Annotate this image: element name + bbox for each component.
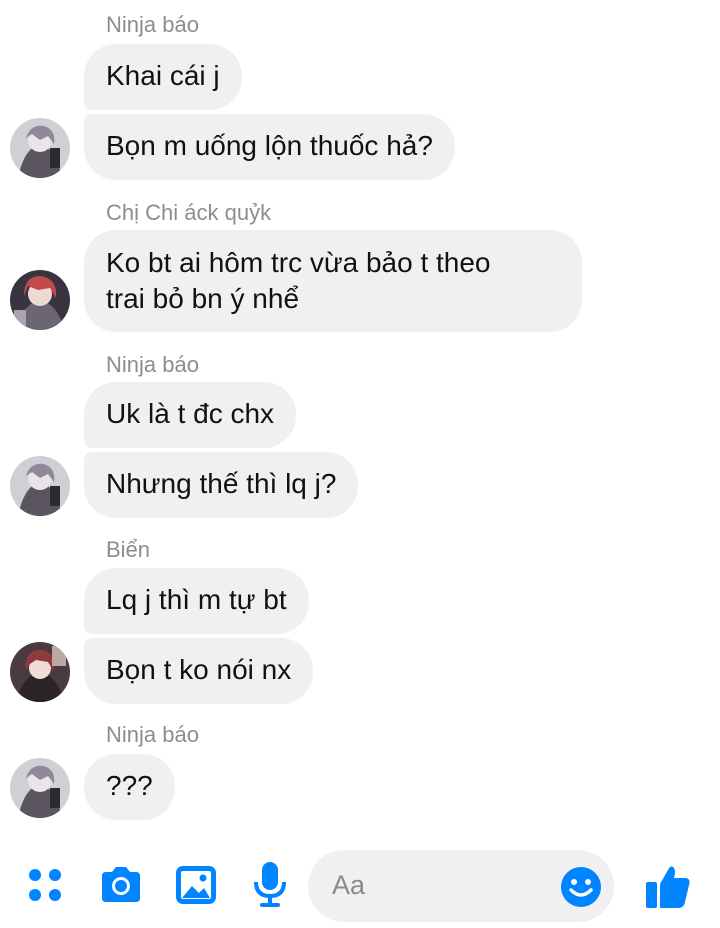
image-icon[interactable] — [174, 864, 218, 906]
message-bubble[interactable]: Ko bt ai hôm trc vừa bảo t theo trai bỏ … — [84, 230, 582, 332]
avatar-chi-chi[interactable] — [10, 270, 70, 330]
message-bubble[interactable]: Uk là t đc chx — [84, 382, 297, 448]
sender-name: Chị Chi áck quỷk — [106, 200, 272, 225]
message-bubble[interactable]: Lq j thì m tự bt — [84, 568, 309, 634]
message-bubble[interactable]: Khai cái j — [84, 44, 242, 110]
avatar-bien[interactable] — [10, 642, 70, 702]
avatar-ninja-bao[interactable] — [10, 118, 70, 178]
emoji-icon[interactable] — [560, 866, 602, 908]
message-bubble[interactable]: ??? — [84, 754, 175, 820]
like-icon[interactable] — [644, 862, 692, 910]
sender-name: Ninja báo — [106, 722, 199, 747]
message-bubble[interactable]: Nhưng thế thì lq j? — [84, 452, 359, 518]
camera-icon[interactable] — [98, 864, 144, 906]
avatar-ninja-bao[interactable] — [10, 456, 70, 516]
sender-name: Biển — [106, 537, 151, 562]
microphone-icon[interactable] — [252, 860, 288, 910]
message-input-placeholder: Aa — [332, 870, 366, 900]
message-input[interactable]: Aa — [308, 850, 614, 922]
composer-bar: Aa — [0, 840, 720, 928]
avatar-ninja-bao[interactable] — [10, 758, 70, 818]
message-bubble[interactable]: Bọn t ko nói nx — [84, 638, 314, 704]
sender-name: Ninja báo — [106, 12, 199, 37]
apps-icon[interactable] — [26, 866, 66, 906]
message-bubble[interactable]: Bọn m uống lộn thuốc hả? — [84, 114, 455, 180]
sender-name: Ninja báo — [106, 352, 199, 377]
